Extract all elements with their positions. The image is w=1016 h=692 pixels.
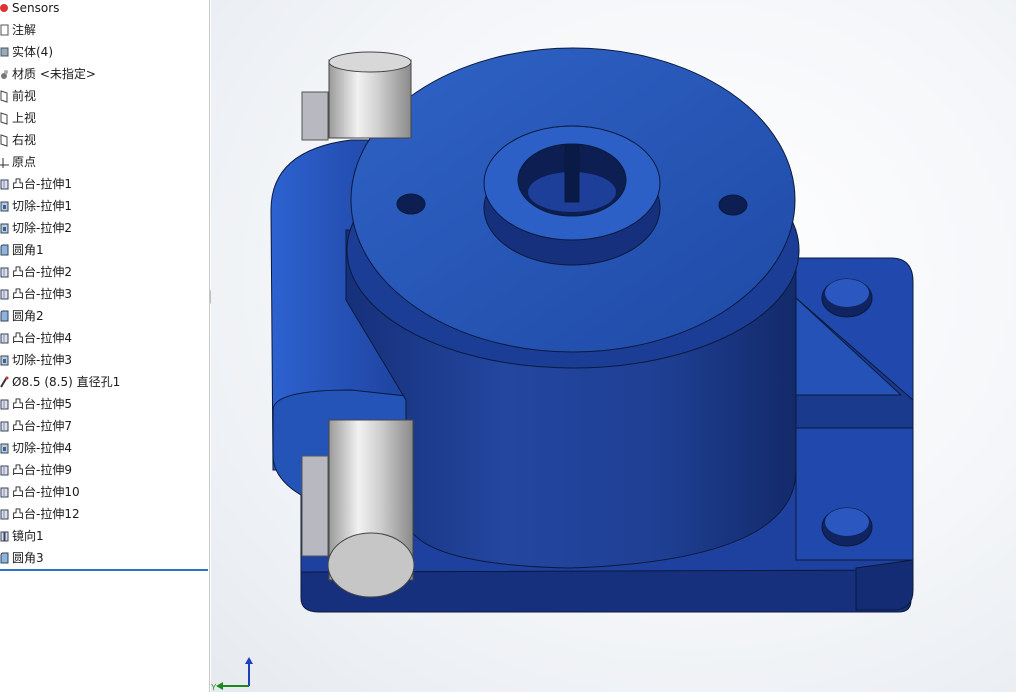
tree-item[interactable]: 切除-拉伸1 — [0, 195, 209, 217]
tree-item[interactable]: Ø8.5 (8.5) 直径孔1 — [0, 371, 209, 393]
sensor-icon — [0, 1, 10, 15]
extrude-icon — [0, 287, 10, 301]
base-ear-right-front — [855, 559, 914, 611]
tree-item-label: 实体(4) — [12, 45, 53, 59]
mirror-icon — [0, 529, 10, 543]
triad-y-label: Y — [211, 683, 217, 692]
tree-item-label: 切除-拉伸1 — [12, 199, 72, 213]
tree-item-label: 切除-拉伸2 — [12, 221, 72, 235]
tree-item[interactable]: 上视 — [0, 107, 209, 129]
keyway-slot — [564, 144, 580, 203]
tree-item[interactable]: 切除-拉伸4 — [0, 437, 209, 459]
tree-item[interactable]: 凸台-拉伸9 — [0, 459, 209, 481]
coordinate-triad: Y — [211, 657, 253, 692]
cut-extrude-icon — [0, 441, 10, 455]
rollback-bar[interactable] — [0, 569, 208, 571]
extrude-icon — [0, 507, 10, 521]
extrude-icon — [0, 331, 10, 345]
tree-item[interactable]: 凸台-拉伸7 — [0, 415, 209, 437]
tree-item-label: 右视 — [12, 133, 37, 147]
tree-item-label: Sensors — [12, 1, 60, 15]
tree-item-label: 材质 <未指定> — [12, 67, 96, 81]
tree-item[interactable]: 注解 — [0, 19, 209, 41]
tree-item[interactable]: 凸台-拉伸2 — [0, 261, 209, 283]
part-model — [270, 47, 914, 613]
tree-item[interactable]: 实体(4) — [0, 41, 209, 63]
hole-wizard-icon — [0, 375, 10, 389]
tree-item[interactable]: 原点 — [0, 151, 209, 173]
tree-item-label: 凸台-拉伸10 — [12, 485, 80, 499]
extrude-icon — [0, 177, 10, 191]
tree-item-label: 凸台-拉伸12 — [12, 507, 80, 521]
fillet-icon — [0, 309, 10, 323]
tree-item-label: 注解 — [12, 23, 37, 37]
tree-item-label: 凸台-拉伸3 — [12, 287, 72, 301]
tree-item[interactable]: 切除-拉伸3 — [0, 349, 209, 371]
tree-item-label: 凸台-拉伸1 — [12, 177, 72, 191]
pin-clip-lower — [301, 455, 329, 557]
tree-item[interactable]: 凸台-拉伸1 — [0, 173, 209, 195]
plane-icon — [0, 89, 10, 103]
extrude-icon — [0, 419, 10, 433]
plane-icon — [0, 133, 10, 147]
tree-item-label: 原点 — [12, 155, 37, 169]
tree-item-label: 凸台-拉伸2 — [12, 265, 72, 279]
cut-extrude-icon — [0, 199, 10, 213]
extrude-icon — [0, 265, 10, 279]
extrude-icon — [0, 485, 10, 499]
tree-item-label: Ø8.5 (8.5) 直径孔1 — [12, 375, 121, 389]
pin-clip-upper — [301, 91, 329, 141]
tree-item-label: 切除-拉伸3 — [12, 353, 72, 367]
tree-item[interactable]: 右视 — [0, 129, 209, 151]
tree-item-label: 镜向1 — [12, 529, 44, 543]
tree-item[interactable]: 凸台-拉伸5 — [0, 393, 209, 415]
tree-item[interactable]: 凸台-拉伸10 — [0, 481, 209, 503]
tree-item[interactable]: 材质 <未指定> — [0, 63, 209, 85]
tree-item-label: 凸台-拉伸9 — [12, 463, 72, 477]
bolt-hole-right — [718, 194, 748, 216]
pin-end-face — [327, 532, 415, 598]
tree-item-label: 圆角2 — [12, 309, 44, 323]
tree-item-label: 圆角3 — [12, 551, 44, 565]
tree-item[interactable]: 圆角2 — [0, 305, 209, 327]
annotation-icon — [0, 23, 10, 37]
fillet-icon — [0, 551, 10, 565]
fillet-icon — [0, 243, 10, 257]
tree-item[interactable]: 前视 — [0, 85, 209, 107]
feature-manager-tree: Sensors 注解实体(4) 材质 <未指定> 前视上视右视原点凸台-拉伸1 切除-拉… — [0, 0, 210, 692]
tree-item-label: 上视 — [12, 111, 37, 125]
tree-item[interactable]: 凸台-拉伸12 — [0, 503, 209, 525]
tree-item-label: 圆角1 — [12, 243, 44, 257]
cut-extrude-icon — [0, 221, 10, 235]
tree-item-label: 前视 — [12, 89, 37, 103]
tree-item[interactable]: 切除-拉伸2 — [0, 217, 209, 239]
tree-item[interactable]: 圆角3 — [0, 547, 209, 569]
bolt-hole-left — [396, 193, 426, 215]
solid-bodies-icon — [0, 45, 10, 59]
tree-item-label: 凸台-拉伸7 — [12, 419, 72, 433]
tree-item[interactable]: 镜向1 — [0, 525, 209, 547]
graphics-viewport[interactable] — [211, 0, 1016, 692]
material-icon — [0, 67, 10, 81]
tree-item[interactable]: 凸台-拉伸4 — [0, 327, 209, 349]
tree-item[interactable]: Sensors — [0, 0, 209, 19]
tree-item-label: 切除-拉伸4 — [12, 441, 72, 455]
origin-icon — [0, 155, 10, 169]
extrude-icon — [0, 397, 10, 411]
tree-item[interactable]: 凸台-拉伸3 — [0, 283, 209, 305]
tree-item-label: 凸台-拉伸5 — [12, 397, 72, 411]
plane-icon — [0, 111, 10, 125]
tree-item-label: 凸台-拉伸4 — [12, 331, 72, 345]
extrude-icon — [0, 463, 10, 477]
tree-item[interactable]: 圆角1 — [0, 239, 209, 261]
cut-extrude-icon — [0, 353, 10, 367]
